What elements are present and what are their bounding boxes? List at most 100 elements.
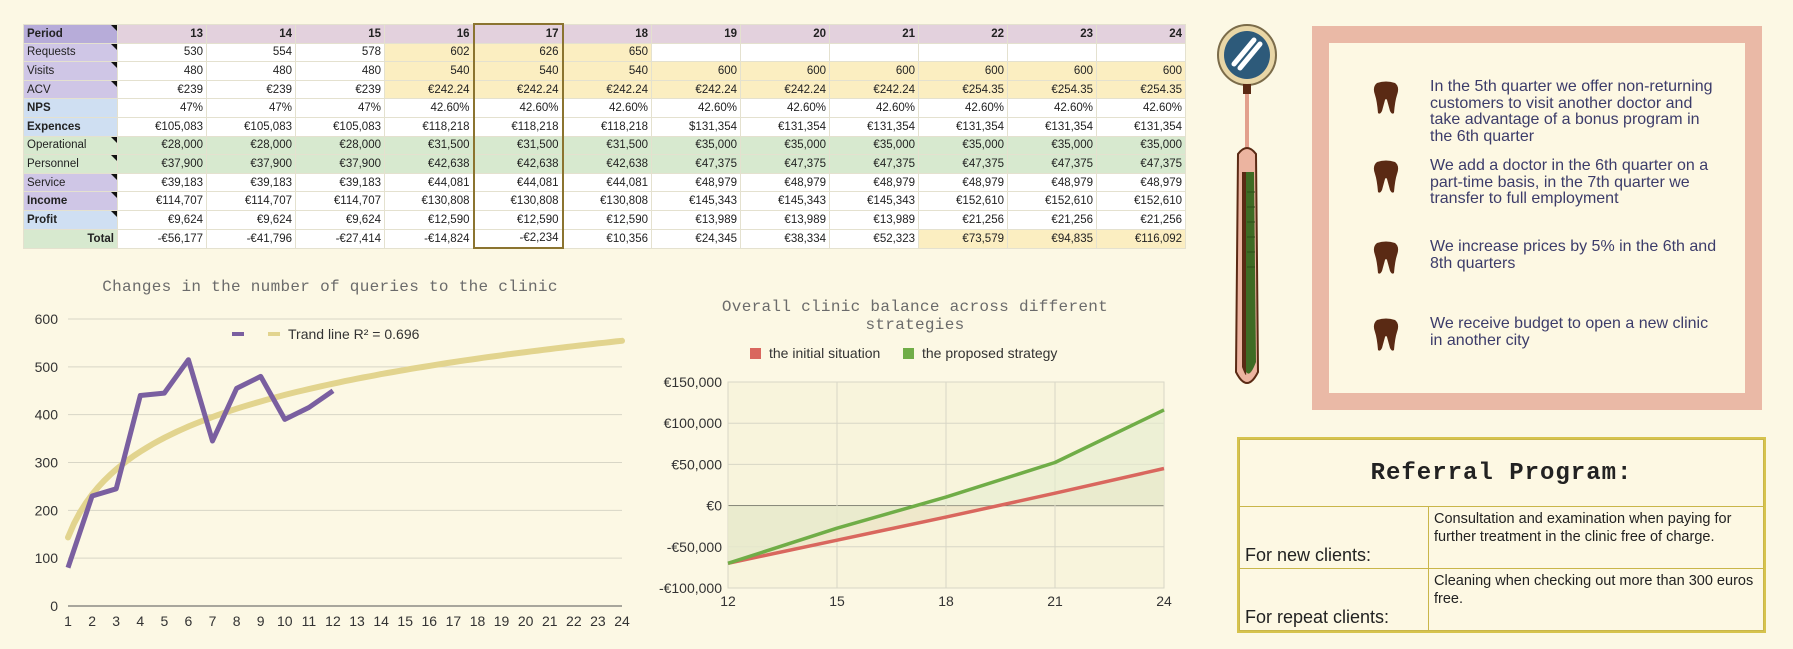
metrics-spreadsheet[interactable]: Period 13 14 15 16 17 18 19 20 21 22 23 24 Requests 53… <box>23 22 1186 250</box>
sheet-cell[interactable] <box>1007 42 1097 63</box>
sheet-cell[interactable]: €47,375 <box>740 154 830 174</box>
sheet-cell[interactable]: €145,343 <box>740 191 830 211</box>
sheet-cell[interactable]: €73,579 <box>918 228 1008 249</box>
sheet-cell[interactable]: €239 <box>117 79 207 100</box>
sheet-cell[interactable]: 600 <box>1096 61 1186 81</box>
sheet-cell[interactable]: €12,590 <box>472 209 564 230</box>
sheet-header-period-22[interactable]: 22 <box>918 23 1008 44</box>
sheet-header-period-17[interactable]: 17 <box>472 22 564 44</box>
sheet-cell[interactable]: €105,083 <box>295 116 385 137</box>
sheet-cell[interactable]: €242.24 <box>472 79 564 100</box>
sheet-cell[interactable] <box>829 42 919 63</box>
sheet-cell[interactable]: 42.60% <box>651 98 741 118</box>
sheet-row-label[interactable]: Visits <box>23 61 118 81</box>
sheet-cell[interactable]: €47,375 <box>651 154 741 174</box>
sheet-cell[interactable]: €130,808 <box>472 191 564 211</box>
sheet-cell[interactable]: €47,375 <box>918 154 1008 174</box>
sheet-cell[interactable]: €242.24 <box>562 79 652 100</box>
sheet-cell[interactable]: €21,256 <box>1007 209 1097 230</box>
sheet-cell[interactable]: €152,610 <box>1096 191 1186 211</box>
sheet-header-period-14[interactable]: 14 <box>206 23 296 44</box>
sheet-cell[interactable]: €48,979 <box>829 172 919 193</box>
sheet-cell[interactable]: 480 <box>206 61 296 81</box>
sheet-cell[interactable]: €105,083 <box>117 116 207 137</box>
sheet-cell[interactable]: €35,000 <box>1096 135 1186 156</box>
sheet-cell[interactable]: 480 <box>117 61 207 81</box>
sheet-cell[interactable]: €114,707 <box>117 191 207 211</box>
sheet-cell[interactable]: 42.60% <box>1007 98 1097 118</box>
sheet-cell[interactable]: €12,590 <box>384 209 474 230</box>
sheet-cell[interactable]: €38,334 <box>740 228 830 249</box>
sheet-cell[interactable]: €254.35 <box>918 79 1008 100</box>
sheet-cell[interactable]: 600 <box>651 61 741 81</box>
sheet-cell[interactable]: €21,256 <box>1096 209 1186 230</box>
sheet-cell[interactable]: €242.24 <box>384 79 474 100</box>
sheet-cell[interactable]: €44,081 <box>472 172 564 193</box>
sheet-cell[interactable]: -€41,796 <box>206 228 296 249</box>
sheet-cell[interactable] <box>918 42 1008 63</box>
sheet-cell[interactable]: €152,610 <box>918 191 1008 211</box>
sheet-cell[interactable]: 600 <box>1007 61 1097 81</box>
sheet-cell[interactable]: €116,092 <box>1096 228 1186 249</box>
sheet-cell[interactable]: €48,979 <box>918 172 1008 193</box>
sheet-row-label[interactable]: Income <box>23 191 118 211</box>
sheet-cell[interactable]: 42.60% <box>740 98 830 118</box>
sheet-cell[interactable]: 602 <box>384 42 474 63</box>
sheet-cell[interactable]: €42,638 <box>472 154 564 174</box>
sheet-cell[interactable]: $131,354 <box>651 116 741 137</box>
sheet-cell[interactable]: €118,218 <box>384 116 474 137</box>
sheet-cell[interactable]: €31,500 <box>562 135 652 156</box>
sheet-cell[interactable]: €44,081 <box>384 172 474 193</box>
sheet-cell[interactable]: 554 <box>206 42 296 63</box>
sheet-header-period-23[interactable]: 23 <box>1007 23 1097 44</box>
sheet-cell[interactable]: €9,624 <box>206 209 296 230</box>
sheet-cell[interactable]: €42,638 <box>562 154 652 174</box>
sheet-cell[interactable]: €131,354 <box>740 116 830 137</box>
sheet-cell[interactable]: €114,707 <box>206 191 296 211</box>
sheet-cell[interactable] <box>651 42 741 63</box>
sheet-cell[interactable]: 540 <box>472 61 564 81</box>
sheet-row-label[interactable]: Total <box>23 228 118 249</box>
sheet-cell[interactable]: €254.35 <box>1096 79 1186 100</box>
sheet-cell[interactable]: 600 <box>918 61 1008 81</box>
sheet-cell[interactable]: €35,000 <box>918 135 1008 156</box>
sheet-cell[interactable]: €9,624 <box>117 209 207 230</box>
sheet-cell[interactable]: €131,354 <box>1007 116 1097 137</box>
sheet-cell[interactable]: €13,989 <box>740 209 830 230</box>
sheet-row-label[interactable]: Profit <box>23 209 118 230</box>
sheet-cell[interactable]: 600 <box>829 61 919 81</box>
sheet-header-period-20[interactable]: 20 <box>740 23 830 44</box>
sheet-cell[interactable]: €52,323 <box>829 228 919 249</box>
sheet-cell[interactable]: €24,345 <box>651 228 741 249</box>
sheet-row-label[interactable]: Service <box>23 172 118 193</box>
sheet-cell[interactable]: €48,979 <box>1096 172 1186 193</box>
sheet-cell[interactable]: €28,000 <box>117 135 207 156</box>
sheet-cell[interactable]: €10,356 <box>562 228 652 249</box>
sheet-cell[interactable]: 42.60% <box>562 98 652 118</box>
sheet-cell[interactable]: €28,000 <box>295 135 385 156</box>
sheet-cell[interactable]: €48,979 <box>740 172 830 193</box>
sheet-cell[interactable]: €13,989 <box>651 209 741 230</box>
sheet-cell[interactable]: 42.60% <box>1096 98 1186 118</box>
sheet-cell[interactable] <box>1096 42 1186 63</box>
sheet-cell[interactable]: €35,000 <box>651 135 741 156</box>
sheet-cell[interactable]: 540 <box>384 61 474 81</box>
sheet-cell[interactable]: €131,354 <box>1096 116 1186 137</box>
sheet-cell[interactable]: 47% <box>117 98 207 118</box>
sheet-cell[interactable]: 42.60% <box>918 98 1008 118</box>
sheet-cell[interactable]: 530 <box>117 42 207 63</box>
sheet-cell[interactable]: 42.60% <box>384 98 474 118</box>
sheet-cell[interactable]: -€2,234 <box>472 228 564 250</box>
sheet-cell[interactable]: €9,624 <box>295 209 385 230</box>
sheet-cell[interactable]: €105,083 <box>206 116 296 137</box>
sheet-header-period-16[interactable]: 16 <box>384 23 474 44</box>
sheet-cell[interactable]: 650 <box>562 42 652 63</box>
sheet-cell[interactable]: €48,979 <box>651 172 741 193</box>
sheet-header-period-19[interactable]: 19 <box>651 23 741 44</box>
sheet-cell[interactable]: €35,000 <box>1007 135 1097 156</box>
sheet-cell[interactable]: €152,610 <box>1007 191 1097 211</box>
sheet-cell[interactable] <box>740 42 830 63</box>
sheet-cell[interactable]: €21,256 <box>918 209 1008 230</box>
sheet-cell[interactable]: 480 <box>295 61 385 81</box>
sheet-cell[interactable]: €114,707 <box>295 191 385 211</box>
